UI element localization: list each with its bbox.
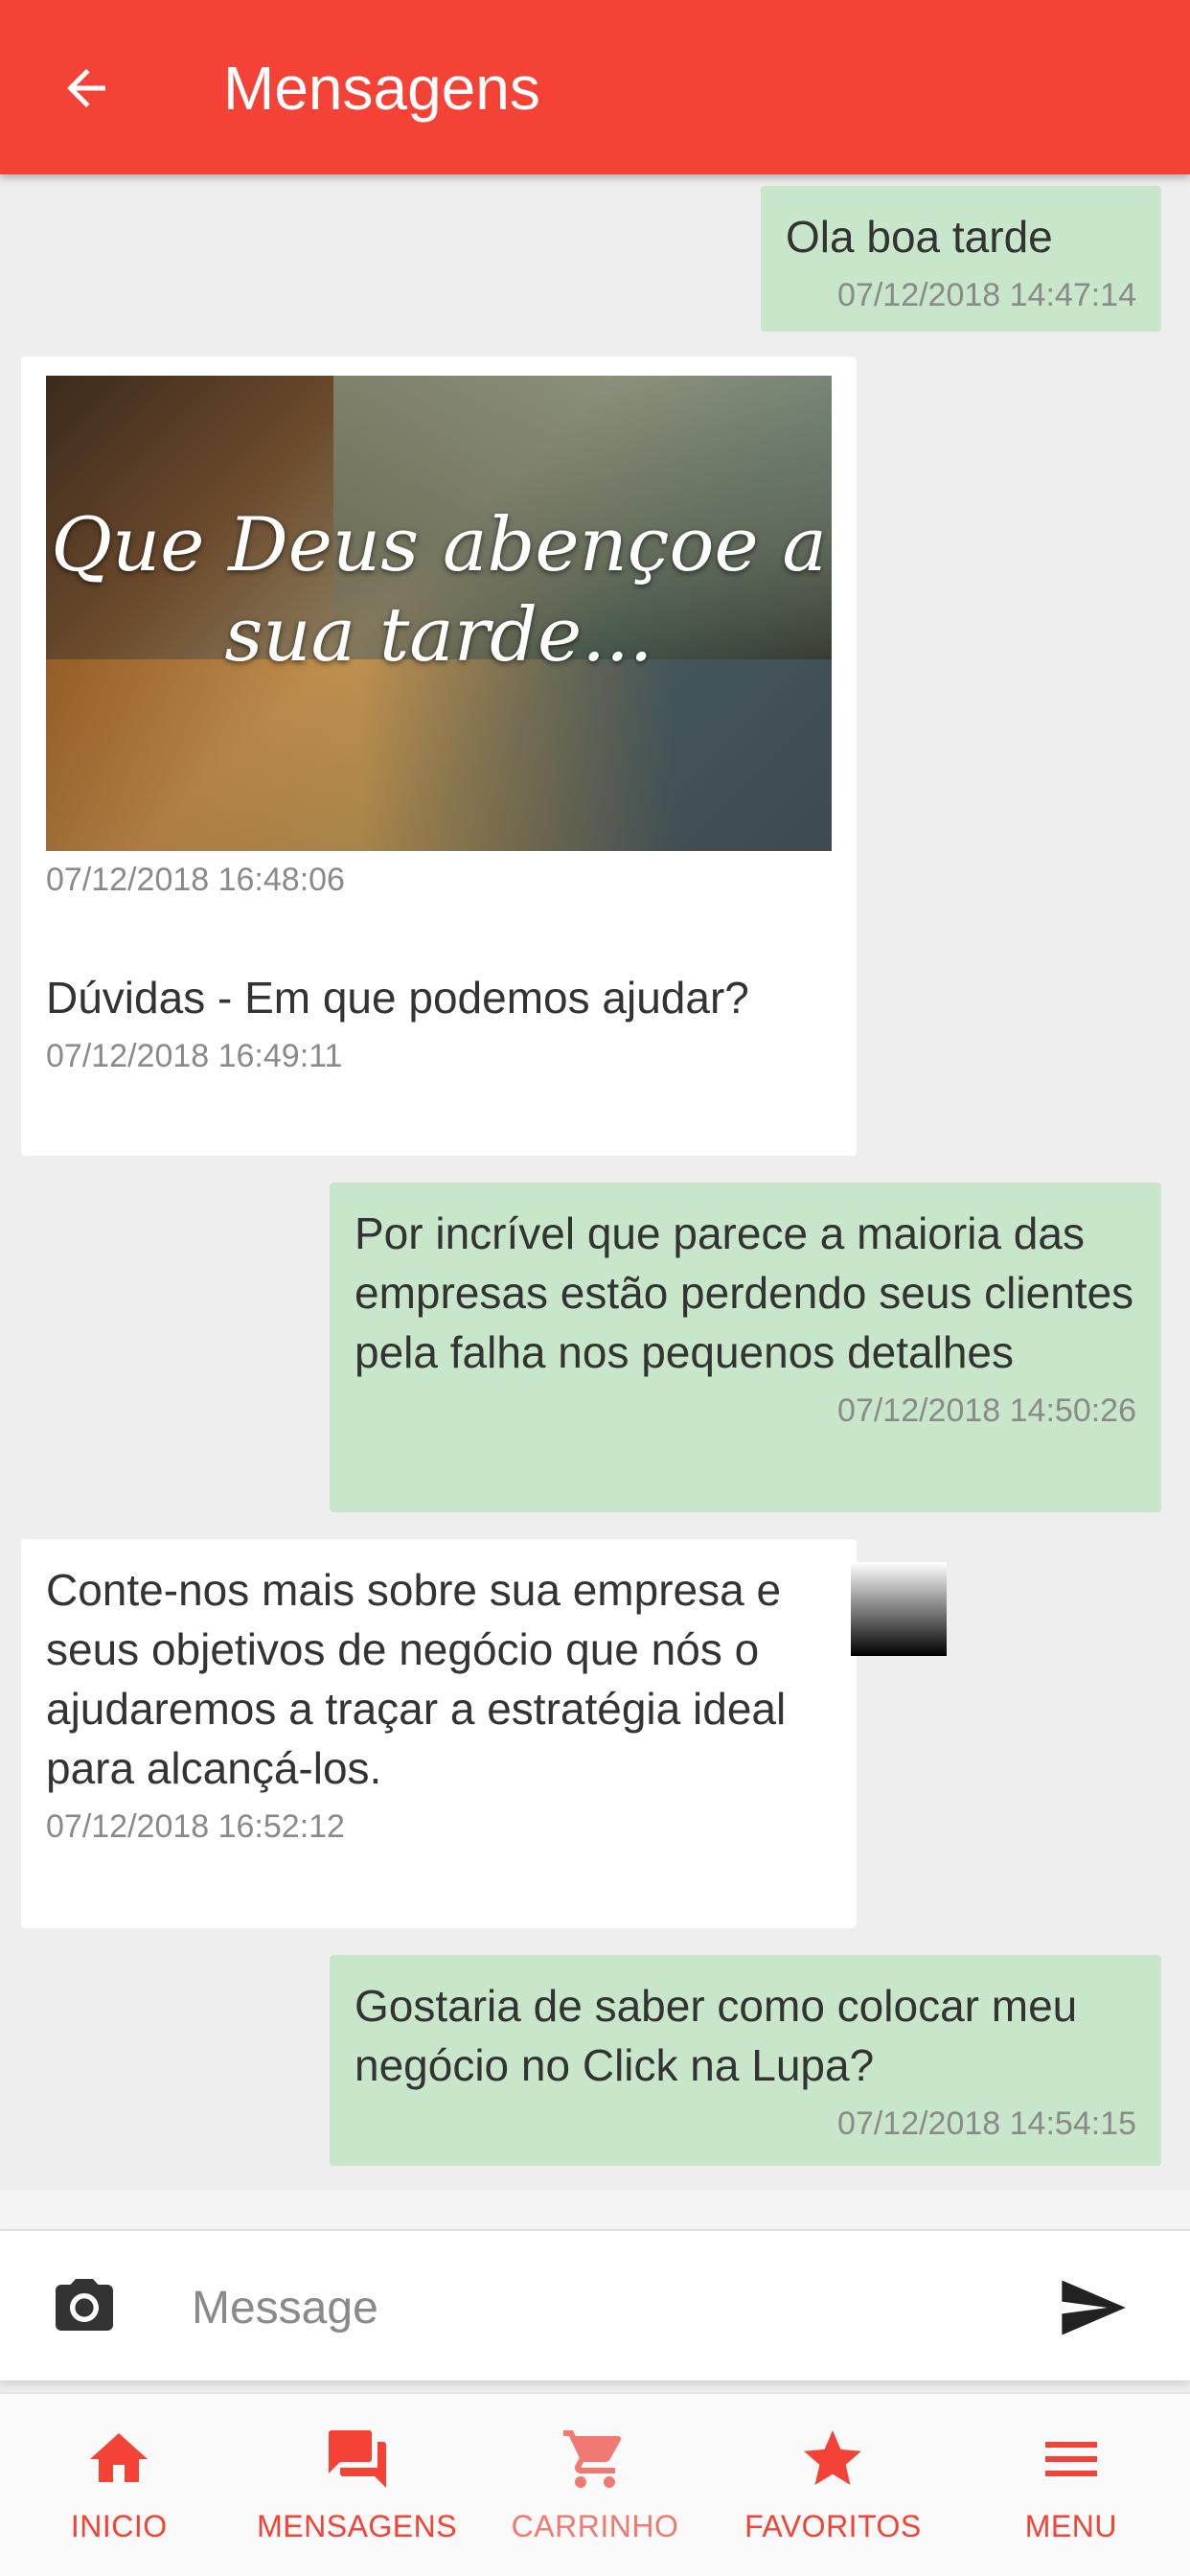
message-timestamp: 07/12/2018 16:52:12 xyxy=(46,1808,345,1845)
message-text: Dúvidas - Em que podemos ajudar? xyxy=(46,973,749,1023)
nav-item-menu[interactable]: MENU xyxy=(952,2394,1190,2576)
page-title: Mensagens xyxy=(223,54,540,123)
app-bar: Mensagens xyxy=(0,0,1190,174)
message-bubble-outgoing[interactable]: Ola boa tarde 07/12/2018 14:47:14 xyxy=(761,186,1161,332)
image-caption: Que Deus abençoe a sua tarde... xyxy=(51,502,827,678)
cart-icon xyxy=(563,2430,622,2488)
message-bubble-incoming[interactable]: Dúvidas - Em que podemos ajudar? 07/12/2… xyxy=(21,947,857,1156)
message-timestamp: 07/12/2018 14:47:14 xyxy=(837,277,1136,313)
bottom-navigation: INICIO MENSAGENS CARRINHO FAVORITOS MENU xyxy=(0,2392,1190,2576)
message-text: Ola boa tarde xyxy=(786,212,1053,262)
star-icon xyxy=(804,2430,862,2485)
menu-icon xyxy=(1044,2442,1097,2476)
nav-item-favoritos[interactable]: FAVORITOS xyxy=(714,2394,951,2576)
message-text: Gostaria de saber como colocar meu negóc… xyxy=(355,1981,1078,2090)
message-composer xyxy=(0,2229,1190,2380)
nav-item-inicio[interactable]: INICIO xyxy=(0,2394,238,2576)
chat-thread[interactable]: Ola boa tarde 07/12/2018 14:47:14 Que De… xyxy=(0,174,1190,2191)
camera-button[interactable] xyxy=(46,2269,123,2346)
message-image[interactable]: Que Deus abençoe a sua tarde... xyxy=(46,376,832,851)
nav-label: INICIO xyxy=(70,2509,168,2543)
message-timestamp: 07/12/2018 14:54:15 xyxy=(837,2105,1136,2142)
nav-label: FAVORITOS xyxy=(744,2509,922,2543)
message-text: Por incrível que parece a maioria das em… xyxy=(355,1208,1134,1377)
rendering-artifact xyxy=(851,1562,947,1656)
nav-item-mensagens[interactable]: MENSAGENS xyxy=(238,2394,475,2576)
message-timestamp: 07/12/2018 16:48:06 xyxy=(46,862,345,898)
nav-label: CARRINHO xyxy=(511,2509,679,2543)
camera-icon xyxy=(56,2279,113,2331)
message-bubble-outgoing[interactable]: Gostaria de saber como colocar meu negóc… xyxy=(330,1955,1161,2166)
nav-label: MENSAGENS xyxy=(257,2509,458,2543)
home-icon xyxy=(90,2433,149,2482)
image-lights xyxy=(46,659,832,851)
message-bubble-outgoing[interactable]: Por incrível que parece a maioria das em… xyxy=(330,1183,1161,1512)
message-text: Conte-nos mais sobre sua empresa e seus … xyxy=(46,1565,787,1793)
message-input[interactable] xyxy=(192,2271,1016,2344)
message-bubble-incoming[interactable]: Conte-nos mais sobre sua empresa e seus … xyxy=(21,1539,857,1928)
back-button[interactable] xyxy=(48,50,125,126)
send-icon xyxy=(1062,2280,1126,2335)
arrow-back-icon xyxy=(67,69,105,107)
composer-separator xyxy=(0,2191,1190,2229)
nav-item-carrinho[interactable]: CARRINHO xyxy=(476,2394,714,2576)
message-timestamp: 07/12/2018 16:49:11 xyxy=(46,1038,343,1074)
nav-label: MENU xyxy=(1024,2509,1117,2543)
chat-icon xyxy=(328,2430,386,2488)
message-timestamp: 07/12/2018 14:50:26 xyxy=(837,1392,1136,1429)
send-button[interactable] xyxy=(1054,2269,1131,2346)
